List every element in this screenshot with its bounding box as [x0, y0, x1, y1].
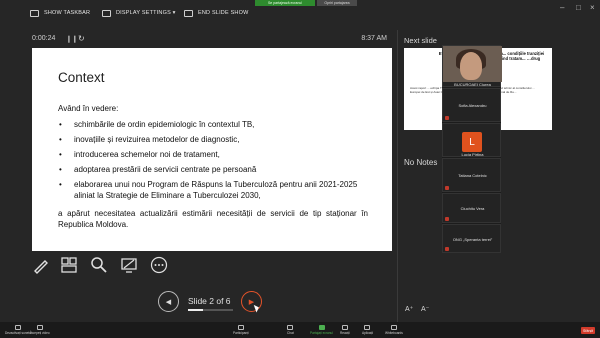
participant-tile[interactable]: L Lucia Pirtina	[442, 123, 501, 157]
mute-button[interactable]: Dezactivați sunetul	[5, 325, 32, 335]
muted-mic-icon	[445, 116, 449, 120]
pen-icon[interactable]	[32, 256, 50, 274]
participants-icon	[237, 325, 244, 330]
next-slide-label: Next slide	[404, 36, 437, 45]
sharing-indicator[interactable]: Se partajează ecranul	[255, 0, 315, 6]
muted-mic-icon	[445, 217, 449, 221]
whiteboard-icon	[390, 325, 397, 330]
whiteboards-label: Whiteboards	[385, 331, 403, 335]
apps-icon	[364, 325, 371, 330]
elapsed-timer: 0:00:24	[32, 35, 56, 42]
participant-name: BUCUROAEI Ciurea	[454, 82, 491, 87]
face-shape	[460, 52, 482, 80]
start-video-label: Începeți video	[30, 331, 50, 335]
reset-timer-icon[interactable]: ↻	[78, 34, 85, 43]
more-options-icon[interactable]	[150, 256, 168, 274]
participant-tile[interactable]: ONG „Speranta terrei”	[442, 224, 501, 253]
end-meeting-button[interactable]: Sfârșit	[581, 327, 595, 334]
chat-icon	[287, 325, 294, 330]
camera-icon	[36, 325, 43, 330]
participant-tile[interactable]: BUCUROAEI Ciurea	[442, 45, 502, 87]
screen-share-banner: Se partajează ecranul Opriri partajarea	[255, 0, 380, 7]
participants-label: Participanți	[233, 331, 249, 335]
reactions-icon	[341, 325, 348, 330]
see-all-slides-icon[interactable]	[60, 256, 78, 274]
share-screen-label: Partajați ecranul	[310, 331, 334, 335]
monitor-icon	[102, 9, 111, 17]
participants-panel: BUCUROAEI Ciurea Sofia Alexandru L Lucia…	[442, 45, 502, 253]
zoom-icon[interactable]	[90, 256, 108, 274]
participant-tile[interactable]: Sofia Alexandru	[442, 88, 501, 122]
increase-font-button[interactable]: A⁺	[405, 305, 413, 313]
show-taskbar-label: SHOW TASKBAR	[44, 10, 91, 16]
mute-label: Dezactivați sunetul	[5, 331, 32, 335]
presenter-top-bar: SHOW TASKBAR DISPLAY SETTINGS ▾ END SLID…	[0, 0, 600, 24]
share-screen-icon	[318, 325, 325, 330]
participant-name: Sofia Alexandru	[458, 103, 487, 108]
slide-bullet: elaborarea unui nou Program de Răspuns l…	[58, 179, 378, 201]
slide-intro: Având în vedere:	[58, 104, 119, 113]
chat-label: Chat	[287, 331, 294, 335]
muted-mic-icon	[445, 186, 449, 190]
slide-progress-fill	[188, 309, 203, 311]
chat-button[interactable]: Chat	[287, 325, 294, 335]
taskbar-icon	[30, 9, 39, 17]
meeting-controls-bar: Dezactivați sunetul Începeți video Parti…	[0, 322, 600, 338]
pause-timer-icon[interactable]: ❙❙	[66, 35, 78, 43]
maximize-icon[interactable]: □	[576, 3, 581, 12]
end-slide-show-button[interactable]: END SLIDE SHOW	[184, 7, 248, 19]
reactions-label: Reacții	[340, 331, 350, 335]
participant-name: Tatiana Cotelnic	[458, 173, 487, 178]
slide-bullet: adoptarea prestării de servicii centrate…	[58, 164, 378, 175]
notes-area[interactable]: No Notes	[404, 158, 437, 167]
participant-name: Ciuchitu Vera	[460, 206, 485, 211]
presenter-view: SHOW TASKBAR DISPLAY SETTINGS ▾ END SLID…	[0, 0, 600, 338]
slide-bullet: inovațiile și revizuirea metodelor de di…	[58, 134, 378, 145]
apps-label: Aplicații	[362, 331, 373, 335]
close-icon[interactable]: ×	[590, 3, 595, 12]
slide-bullet: schimbările de ordin epidemiologic în co…	[58, 119, 378, 130]
slide-navigation: ◀ Slide 2 of 6 ▶	[158, 291, 268, 313]
previous-slide-button[interactable]: ◀	[158, 291, 179, 312]
black-screen-icon[interactable]	[120, 256, 138, 274]
minimize-icon[interactable]: –	[560, 3, 564, 12]
whiteboards-button[interactable]: Whiteboards	[385, 325, 403, 335]
slide-progress-bar	[188, 309, 233, 311]
participant-tile[interactable]: Ciuchitu Vera	[442, 193, 501, 223]
current-slide: Context Având în vedere: schimbările de …	[32, 48, 392, 251]
microphone-icon	[15, 325, 22, 330]
end-show-icon	[184, 9, 193, 17]
slide-bullet: introducerea schemelor noi de tratament,	[58, 149, 378, 160]
panel-divider[interactable]	[397, 30, 398, 322]
timer-row: 0:00:24 ❙❙ ↻ 8:37 AM	[32, 34, 392, 47]
muted-mic-icon	[445, 247, 449, 251]
start-video-button[interactable]: Începeți video	[30, 325, 50, 335]
participants-button[interactable]: Participanți	[233, 325, 249, 335]
play-left-icon: ◀	[165, 298, 172, 306]
show-taskbar-button[interactable]: SHOW TASKBAR	[30, 7, 90, 19]
apps-button[interactable]: Aplicații	[362, 325, 373, 335]
participant-tile[interactable]: Tatiana Cotelnic	[442, 158, 501, 192]
participant-avatar: L	[462, 132, 482, 152]
slide-counter[interactable]: Slide 2 of 6	[188, 296, 231, 306]
decrease-font-button[interactable]: A⁻	[421, 305, 429, 313]
display-settings-button[interactable]: DISPLAY SETTINGS ▾	[102, 7, 176, 19]
clock: 8:37 AM	[361, 35, 387, 42]
stop-share-button[interactable]: Opriri partajarea	[317, 0, 357, 6]
presenter-tools	[32, 256, 182, 276]
participant-name: ONG „Speranta terrei”	[452, 237, 493, 242]
slide-bullet-list: schimbările de ordin epidemiologic în co…	[58, 119, 378, 205]
participant-name: Lucia Pirtina	[461, 152, 484, 157]
slide-title: Context	[58, 70, 105, 85]
share-screen-button[interactable]: Partajați ecranul	[310, 325, 333, 335]
slide-paragraph: a apărut necesitatea actualizării estimă…	[58, 209, 368, 229]
end-slide-show-label: END SLIDE SHOW	[198, 10, 249, 16]
reactions-button[interactable]: Reacții	[340, 325, 350, 335]
participant-video	[443, 46, 502, 82]
display-settings-label: DISPLAY SETTINGS ▾	[116, 10, 176, 16]
